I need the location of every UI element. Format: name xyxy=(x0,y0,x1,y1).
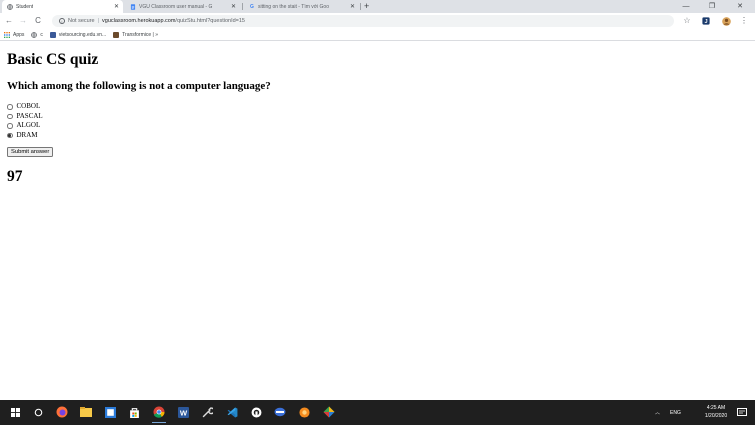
url-path: /quizStu.html?questionId=15 xyxy=(175,18,245,24)
bookmark-apps[interactable]: Apps xyxy=(4,31,25,38)
info-icon[interactable]: i xyxy=(59,18,65,24)
app-icon[interactable] xyxy=(103,405,117,419)
close-icon[interactable]: ✕ xyxy=(114,3,119,10)
store-icon[interactable] xyxy=(127,405,141,419)
svg-text:J: J xyxy=(704,19,707,25)
url-host: vguclassroom.herokuapp.com xyxy=(102,18,176,24)
option-label: COBOL xyxy=(16,102,41,111)
bookmark-c[interactable]: c xyxy=(31,32,43,38)
option-dram[interactable]: DRAM xyxy=(7,131,747,141)
app-orange-icon[interactable] xyxy=(297,405,311,419)
menu-icon[interactable]: ⋮ xyxy=(740,15,748,27)
bookmarks-bar: Apps c vietsourcing.edu.vn... Transformi… xyxy=(0,29,755,41)
docs-icon xyxy=(130,3,136,10)
google-icon: G xyxy=(250,3,254,10)
radio-dot xyxy=(8,133,12,137)
submit-answer-button[interactable]: Submit answer xyxy=(7,147,54,157)
windows-start-icon[interactable] xyxy=(8,405,22,419)
extension-icon[interactable]: J xyxy=(701,15,711,27)
globe-icon xyxy=(7,3,13,10)
clock-date: 1/20/2020 xyxy=(704,413,728,419)
bookmark-transformice[interactable]: Transformice | » xyxy=(113,31,159,38)
score-value: 97 xyxy=(7,168,23,185)
radio-button-selected[interactable] xyxy=(7,132,13,138)
radio-button[interactable] xyxy=(7,104,13,110)
clock[interactable]: 4:25 AM 1/20/2020 xyxy=(700,404,732,420)
bookmark-label: Transformice | » xyxy=(122,31,159,38)
clock-time: 4:25 AM xyxy=(706,405,726,411)
option-label: PASCAL xyxy=(16,111,43,120)
notification-icon[interactable] xyxy=(735,405,749,419)
minimize-button[interactable]: — xyxy=(678,0,694,13)
bookmark-label: vietsourcing.edu.vn... xyxy=(58,31,107,38)
option-algol[interactable]: ALGOL xyxy=(7,121,747,131)
tab-vgu-manual[interactable]: VGU Classroom user manual - G ✕ xyxy=(125,0,240,13)
star-icon[interactable]: ☆ xyxy=(682,15,692,27)
tool-icon[interactable] xyxy=(200,405,214,419)
app-circle-icon[interactable] xyxy=(249,405,263,419)
tab-separator xyxy=(242,3,243,10)
forward-button[interactable]: → xyxy=(17,15,29,27)
bookmark-label: c xyxy=(40,31,43,38)
close-icon[interactable]: ✕ xyxy=(231,3,236,10)
word-icon[interactable]: W xyxy=(176,405,190,419)
svg-text:W: W xyxy=(179,408,187,417)
file-explorer-icon[interactable] xyxy=(79,405,93,419)
radio-button[interactable] xyxy=(7,113,13,119)
reload-button[interactable]: C xyxy=(32,15,44,27)
tray-chevron-icon[interactable]: ︿ xyxy=(655,400,660,425)
profile-icon[interactable] xyxy=(721,15,731,27)
address-divider: | xyxy=(97,18,100,24)
transformice-icon xyxy=(113,31,120,38)
page-title: Basic CS quiz xyxy=(7,51,99,68)
tab-title: sitting on the stait - Tìm với Goo xyxy=(258,3,329,10)
windows-taskbar: W ︿ ENG 4:25 AM 1/20/2020 xyxy=(0,400,755,425)
answer-options: COBOL PASCAL ALGOL DRAM xyxy=(7,102,747,140)
option-cobol[interactable]: COBOL xyxy=(7,102,747,112)
tab-google-search[interactable]: G sitting on the stait - Tìm với Goo ✕ xyxy=(244,0,359,13)
chrome-icon[interactable] xyxy=(152,405,166,423)
bookmark-label: Apps xyxy=(13,31,25,38)
bookmark-vietsourcing[interactable]: vietsourcing.edu.vn... xyxy=(49,31,107,38)
page-content: Basic CS quiz Which among the following … xyxy=(7,51,747,186)
app-diamond-icon[interactable] xyxy=(322,405,336,419)
browser-tab-strip: Student ✕ VGU Classroom user manual - G … xyxy=(0,0,755,13)
option-label: ALGOL xyxy=(16,121,41,130)
globe-icon xyxy=(31,31,38,38)
tab-title: Student xyxy=(16,3,34,10)
tab-separator xyxy=(360,3,361,10)
tab-title: VGU Classroom user manual - G xyxy=(139,3,213,10)
new-tab-button[interactable]: + xyxy=(364,0,369,13)
apps-grid-icon xyxy=(4,31,10,38)
option-label: DRAM xyxy=(16,130,38,139)
language-indicator[interactable]: ENG xyxy=(670,400,681,425)
radio-button[interactable] xyxy=(7,123,13,129)
close-icon[interactable]: ✕ xyxy=(350,3,355,10)
option-pascal[interactable]: PASCAL xyxy=(7,112,747,122)
app-pill-icon[interactable] xyxy=(273,405,287,419)
browser-toolbar: ← → C i Not secure | vguclassroom.heroku… xyxy=(0,13,755,29)
firefox-icon[interactable] xyxy=(55,405,69,419)
vscode-icon[interactable] xyxy=(225,405,239,419)
facebook-icon xyxy=(49,31,56,38)
back-button[interactable]: ← xyxy=(3,15,15,27)
address-bar[interactable]: i Not secure | vguclassroom.herokuapp.co… xyxy=(52,15,674,27)
tab-student[interactable]: Student ✕ xyxy=(2,0,123,13)
close-window-button[interactable]: ✕ xyxy=(732,0,748,13)
search-icon[interactable] xyxy=(31,405,45,419)
restore-button[interactable]: ❐ xyxy=(704,0,720,13)
security-status: Not secure xyxy=(68,18,95,24)
question-text: Which among the following is not a compu… xyxy=(7,80,271,92)
